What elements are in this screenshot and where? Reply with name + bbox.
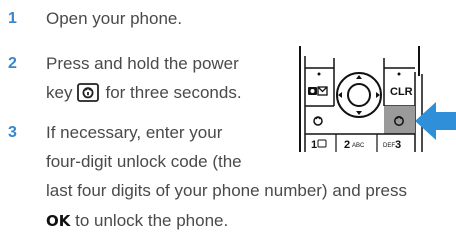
nav-key: [336, 72, 382, 118]
step-3-line-4: OK to unlock the phone.: [46, 211, 228, 231]
step-2-key-word: key: [46, 83, 73, 102]
send-key-icon: [313, 116, 323, 126]
key-2-label: 2: [344, 139, 350, 151]
key-2-letters: ABC: [352, 143, 365, 149]
step-3-line-1: If necessary, enter your: [46, 123, 223, 142]
power-key-icon: [77, 83, 100, 102]
step-2-line-1: Press and hold the power: [46, 54, 239, 73]
phone-keypad-drawing: CLR 1 2 ABC DEF 3: [299, 46, 456, 152]
key-3-label: 3: [395, 139, 401, 151]
step-1-number: 1: [8, 10, 17, 27]
phone-keypad-illustration: CLR 1 2 ABC DEF 3: [298, 44, 456, 154]
step-1-text: Open your phone.: [46, 9, 183, 28]
camera-key-icon: [308, 86, 328, 96]
ok-key-label: OK: [46, 212, 71, 230]
key-3-letters: DEF: [383, 143, 395, 149]
step-2-rest: for three seconds.: [105, 83, 242, 102]
step-3-line-2: four-digit unlock code (the: [46, 152, 242, 171]
step-3-number: 3: [8, 124, 17, 141]
clr-key-label: CLR: [390, 86, 413, 98]
power-end-key-highlight: [384, 106, 415, 134]
step-3-line-3: last four digits of your phone number) a…: [46, 181, 407, 200]
key-1-label: 1: [311, 139, 317, 151]
arrow-icon: [415, 102, 456, 140]
step-3-rest: to unlock the phone.: [75, 211, 229, 230]
step-2-number: 2: [8, 55, 17, 72]
step-2-line-2: key for three seconds.: [46, 83, 242, 103]
